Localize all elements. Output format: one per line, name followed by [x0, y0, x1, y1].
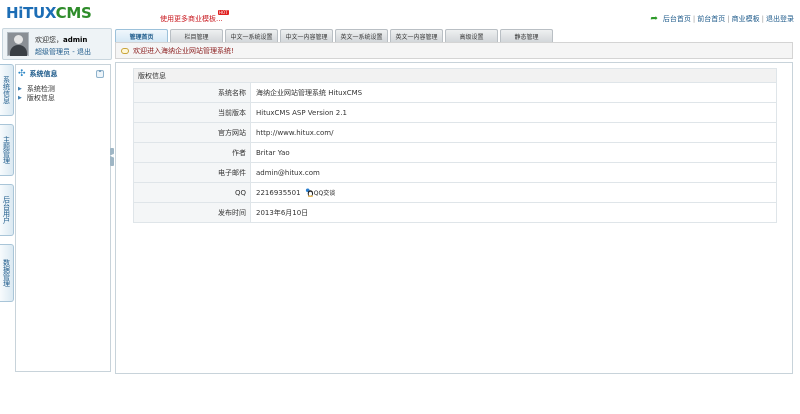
table-heading: 版权信息: [133, 68, 777, 83]
qq-number: 2216935501: [256, 188, 301, 197]
row-label: 发布时间: [133, 202, 251, 223]
commercial-templates-promo-link[interactable]: 使用更多商业模板...: [160, 14, 223, 24]
link-separator: |: [727, 15, 730, 23]
row-value: 2013年6月10日: [250, 202, 777, 223]
speech-bubble-icon: [121, 47, 129, 54]
hot-badge: HOT: [218, 10, 229, 15]
collapse-icon[interactable]: ⌃: [96, 70, 104, 78]
link-separator: |: [761, 15, 764, 23]
menu-title: 系统信息: [29, 70, 58, 78]
admin-home-link[interactable]: 后台首页: [663, 14, 691, 24]
frontend-home-link[interactable]: 前台首页: [697, 14, 725, 24]
email-link[interactable]: admin@hitux.com: [250, 162, 777, 183]
top-header: HiTUXCMS 使用更多商业模板... HOT ➦ 后台首页 | 前台首页 |…: [0, 0, 800, 28]
chevron-left-icon: ◀: [110, 153, 114, 159]
triangle-right-icon: ▶: [18, 86, 22, 92]
row-label: 电子邮件: [133, 162, 251, 183]
tab-en-content-management[interactable]: 英文一内容管理: [390, 29, 443, 42]
menu-item-copyright-info[interactable]: ▶ 版权信息: [18, 93, 55, 103]
qq-chat-label: QQ交谈: [313, 189, 336, 197]
side-tab-theme-management[interactable]: 主题管理: [0, 124, 14, 176]
main-content-panel: 版权信息 系统名称 海纳企业网站管理系统 HituxCMS 当前版本 Hitux…: [115, 62, 793, 374]
user-logout-link[interactable]: 退出: [77, 48, 91, 56]
qq-penguin-icon: [305, 188, 313, 197]
logo-text-cms: CMS: [55, 4, 92, 22]
row-value: Britar Yao: [250, 142, 777, 163]
website-link[interactable]: http://www.hitux.com/: [250, 122, 777, 143]
panel-splitter-handle[interactable]: ◀: [110, 148, 114, 166]
qq-cell: 2216935501 QQ交谈: [250, 182, 777, 203]
tab-cn-content-management[interactable]: 中文一内容管理: [280, 29, 333, 42]
role-links: 超级管理员 - 退出: [35, 47, 91, 57]
side-tab-label: 数据管理: [2, 259, 11, 287]
top-links: ➦ 后台首页 | 前台首页 | 商业模板 | 退出登录: [650, 14, 794, 24]
triangle-right-icon: ▶: [18, 95, 22, 101]
welcome-text: 欢迎您，admin: [35, 35, 87, 45]
share-arrow-icon: ➦: [650, 14, 658, 24]
commercial-templates-link[interactable]: 商业模板: [732, 14, 760, 24]
table-header-row: 版权信息: [133, 68, 777, 83]
bottom-blank-area: [0, 378, 800, 414]
table-row: 作者 Britar Yao: [133, 142, 777, 163]
side-tab-system-info[interactable]: 系统信息: [0, 64, 14, 116]
role-separator: -: [70, 48, 77, 56]
tab-column-management[interactable]: 栏目管理: [170, 29, 223, 42]
avatar: [7, 32, 29, 56]
side-menu-panel: ✣ 系统信息 ⌃ ▶ 系统检测 ▶ 版权信息: [15, 64, 111, 372]
menu-item-label: 版权信息: [26, 94, 55, 102]
copyright-info-table: 版权信息 系统名称 海纳企业网站管理系统 HituxCMS 当前版本 Hitux…: [133, 68, 777, 223]
table-row: QQ 2216935501 QQ交谈: [133, 182, 777, 203]
user-name: admin: [63, 36, 88, 44]
logo-text-hitux: HiTUX: [6, 4, 56, 22]
tab-admin-home[interactable]: 管理首页: [115, 29, 168, 42]
row-label: 当前版本: [133, 102, 251, 123]
user-info-box: 欢迎您，admin 超级管理员 - 退出: [2, 28, 112, 60]
side-tab-label: 主题管理: [2, 136, 11, 164]
notice-text: 欢迎进入海纳企业网站管理系统!: [133, 46, 234, 55]
welcome-notice-bar: 欢迎进入海纳企业网站管理系统!: [115, 42, 793, 59]
avatar-body: [10, 45, 27, 56]
side-tab-label: 系统信息: [2, 76, 11, 104]
row-label: 系统名称: [133, 82, 251, 103]
table-row: 电子邮件 admin@hitux.com: [133, 162, 777, 183]
table-row: 官方网站 http://www.hitux.com/: [133, 122, 777, 143]
link-separator: |: [692, 15, 696, 23]
tab-cn-system-settings[interactable]: 中文一系统设置: [225, 29, 278, 42]
logo: HiTUXCMS: [6, 4, 92, 22]
logout-link[interactable]: 退出登录: [766, 14, 794, 24]
tab-advanced-settings[interactable]: 高级设置: [445, 29, 498, 42]
main-nav-tabs: 管理首页 栏目管理 中文一系统设置 中文一内容管理 英文一系统设置 英文一内容管…: [115, 29, 555, 42]
avatar-head: [14, 35, 23, 44]
menu-header[interactable]: ✣ 系统信息 ⌃: [18, 69, 108, 79]
table-row: 当前版本 HituxCMS ASP Version 2.1: [133, 102, 777, 123]
row-label: 官方网站: [133, 122, 251, 143]
side-tab-backend-users[interactable]: 后台用户: [0, 184, 14, 236]
role-link[interactable]: 超级管理员: [35, 48, 70, 56]
row-label: QQ: [133, 182, 251, 203]
table-row: 系统名称 海纳企业网站管理系统 HituxCMS: [133, 82, 777, 103]
qq-chat-button[interactable]: QQ交谈: [305, 188, 335, 198]
tab-static-management[interactable]: 静态管理: [500, 29, 553, 42]
side-tab-label: 后台用户: [2, 196, 11, 224]
side-tab-data-management[interactable]: 数据管理: [0, 244, 14, 302]
welcome-prefix: 欢迎您，: [35, 36, 63, 44]
plus-icon: ✣: [18, 69, 26, 79]
tab-en-system-settings[interactable]: 英文一系统设置: [335, 29, 388, 42]
table-row: 发布时间 2013年6月10日: [133, 202, 777, 223]
row-label: 作者: [133, 142, 251, 163]
row-value: HituxCMS ASP Version 2.1: [250, 102, 777, 123]
row-value: 海纳企业网站管理系统 HituxCMS: [250, 82, 777, 103]
